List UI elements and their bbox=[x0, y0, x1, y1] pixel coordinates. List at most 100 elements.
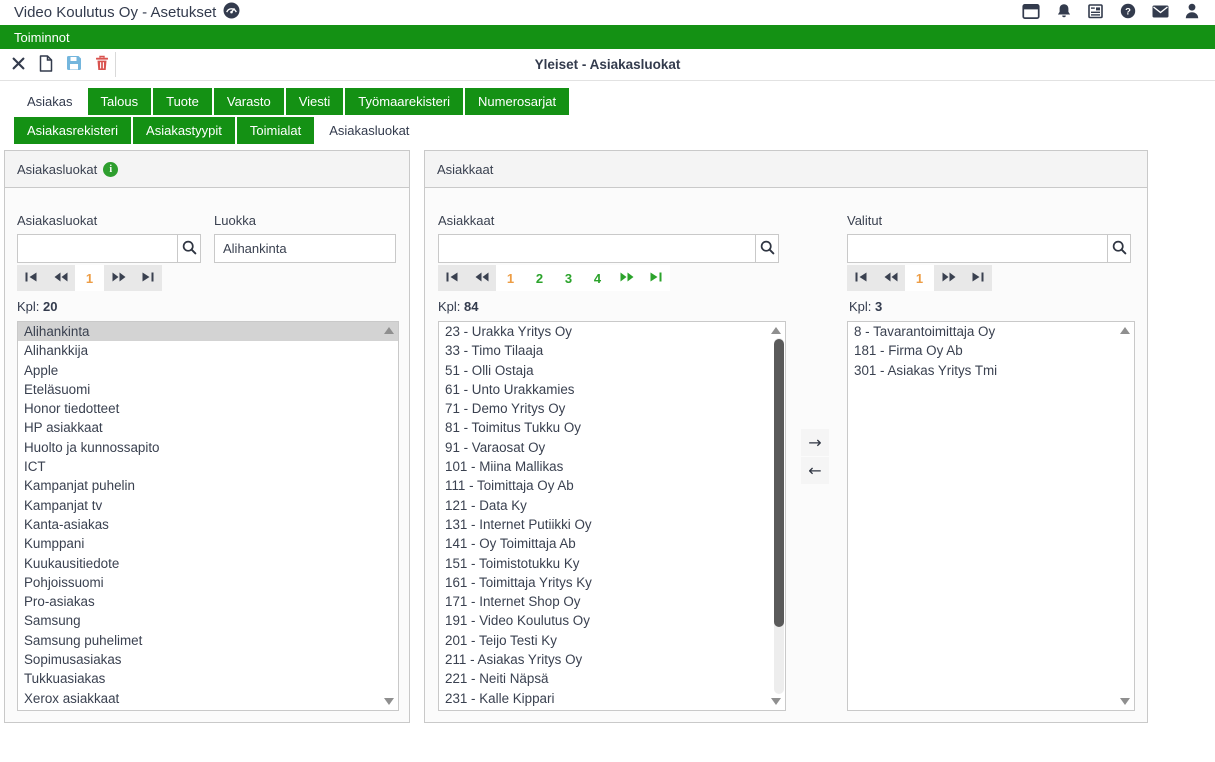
class-list-item[interactable]: Honor tiedotteet bbox=[18, 399, 398, 418]
save-button[interactable] bbox=[60, 51, 88, 79]
valitut-search-button[interactable] bbox=[1107, 234, 1131, 263]
luokka-input[interactable] bbox=[214, 234, 396, 263]
class-list-item[interactable]: Pohjoissuomi bbox=[18, 573, 398, 592]
help-button[interactable]: ? bbox=[1120, 3, 1136, 22]
menu-toiminnot[interactable]: Toiminnot bbox=[14, 30, 70, 45]
class-list-item[interactable]: Eteläsuomi bbox=[18, 380, 398, 399]
customer-list-item[interactable]: 101 - Miina Mallikas bbox=[439, 457, 785, 476]
scroll-up-icon[interactable] bbox=[771, 327, 781, 334]
page-number-button[interactable]: 1 bbox=[496, 265, 525, 291]
scroll-up-icon[interactable] bbox=[1120, 327, 1130, 334]
tab-main[interactable]: Työmaarekisteri bbox=[345, 88, 463, 115]
last-page-button[interactable] bbox=[963, 265, 992, 291]
class-search-button[interactable] bbox=[177, 234, 201, 263]
tab-main[interactable]: Tuote bbox=[153, 88, 212, 115]
customer-list-item[interactable]: 141 - Oy Toimittaja Ab bbox=[439, 534, 785, 553]
notifications-button[interactable] bbox=[1056, 3, 1072, 22]
tab-main[interactable]: Viesti bbox=[286, 88, 344, 115]
customer-list-item[interactable]: 51 - Olli Ostaja bbox=[439, 361, 785, 380]
valitut-list-item[interactable]: 8 - Tavarantoimittaja Oy bbox=[848, 322, 1134, 341]
customers-search-button[interactable] bbox=[755, 234, 779, 263]
customer-list-item[interactable]: 191 - Video Koulutus Oy bbox=[439, 611, 785, 630]
last-page-button[interactable] bbox=[133, 265, 162, 291]
class-list-item[interactable]: Kampanjat puhelin bbox=[18, 476, 398, 495]
page-number-button[interactable]: 4 bbox=[583, 265, 612, 291]
info-icon[interactable]: i bbox=[103, 162, 118, 177]
class-list-item[interactable]: ICT bbox=[18, 457, 398, 476]
scrollbar-thumb[interactable] bbox=[774, 339, 784, 627]
class-list-item[interactable]: HP asiakkaat bbox=[18, 418, 398, 437]
next-page-button[interactable] bbox=[934, 265, 963, 291]
valitut-list-item[interactable]: 181 - Firma Oy Ab bbox=[848, 341, 1134, 360]
class-list-item[interactable]: Apple bbox=[18, 361, 398, 380]
tab-sub[interactable]: Asiakasluokat bbox=[316, 117, 422, 144]
class-list-item[interactable]: Tukkuasiakas bbox=[18, 669, 398, 688]
class-list-item[interactable]: Kanta-asiakas bbox=[18, 515, 398, 534]
first-page-button[interactable] bbox=[438, 265, 467, 291]
class-list-item[interactable]: Alihankkija bbox=[18, 341, 398, 360]
class-list-item[interactable]: Samsung puhelimet bbox=[18, 631, 398, 650]
class-list-item[interactable]: Kampanjat tv bbox=[18, 496, 398, 515]
prev-page-button[interactable] bbox=[876, 265, 905, 291]
mail-button[interactable] bbox=[1152, 5, 1169, 21]
customer-list-item[interactable]: 211 - Asiakas Yritys Oy bbox=[439, 650, 785, 669]
class-list-item[interactable]: Pro-asiakas bbox=[18, 592, 398, 611]
page-number-button[interactable]: 1 bbox=[905, 265, 934, 291]
customer-list-item[interactable]: 71 - Demo Yritys Oy bbox=[439, 399, 785, 418]
tab-sub[interactable]: Asiakasrekisteri bbox=[14, 117, 131, 144]
customer-list-item[interactable]: 121 - Data Ky bbox=[439, 496, 785, 515]
next-page-button[interactable] bbox=[612, 265, 641, 291]
move-right-button[interactable]: → bbox=[801, 429, 829, 456]
customer-list-item[interactable]: 91 - Varaosat Oy bbox=[439, 438, 785, 457]
customer-list-item[interactable]: 111 - Toimittaja Oy Ab bbox=[439, 476, 785, 495]
tab-main[interactable]: Varasto bbox=[214, 88, 284, 115]
customer-list-item[interactable]: 33 - Timo Tilaaja bbox=[439, 341, 785, 360]
customer-list-item[interactable]: 231 - Kalle Kippari bbox=[439, 689, 785, 708]
tab-main[interactable]: Numerosarjat bbox=[465, 88, 569, 115]
window-button[interactable] bbox=[1022, 4, 1040, 22]
scroll-down-icon[interactable] bbox=[771, 698, 781, 705]
class-list-item[interactable]: Alihankinta bbox=[18, 322, 398, 341]
class-search-input[interactable] bbox=[17, 234, 178, 263]
customer-list-item[interactable]: 81 - Toimitus Tukku Oy bbox=[439, 418, 785, 437]
class-list-item[interactable]: Kumppani bbox=[18, 534, 398, 553]
new-document-button[interactable] bbox=[32, 51, 60, 79]
prev-page-button[interactable] bbox=[467, 265, 496, 291]
class-list-item[interactable]: Samsung bbox=[18, 611, 398, 630]
first-page-button[interactable] bbox=[17, 265, 46, 291]
class-list-item[interactable]: Kuukausitiedote bbox=[18, 554, 398, 573]
tab-sub[interactable]: Toimialat bbox=[237, 117, 314, 144]
customer-list-item[interactable]: 201 - Teijo Testi Ky bbox=[439, 631, 785, 650]
page-number-button[interactable]: 1 bbox=[75, 265, 104, 291]
scroll-down-icon[interactable] bbox=[384, 698, 394, 705]
customer-list-item[interactable]: 61 - Unto Urakkamies bbox=[439, 380, 785, 399]
user-button[interactable] bbox=[1185, 3, 1199, 22]
class-list-item[interactable]: Sopimusasiakas bbox=[18, 650, 398, 669]
customer-list-item[interactable]: 221 - Neiti Näpsä bbox=[439, 669, 785, 688]
page-number-button[interactable]: 2 bbox=[525, 265, 554, 291]
next-page-button[interactable] bbox=[104, 265, 133, 291]
customer-list-item[interactable]: 161 - Toimittaja Yritys Ky bbox=[439, 573, 785, 592]
move-left-button[interactable]: ← bbox=[801, 457, 829, 484]
valitut-search-input[interactable] bbox=[847, 234, 1108, 263]
tab-sub[interactable]: Asiakastyypit bbox=[133, 117, 235, 144]
scroll-down-icon[interactable] bbox=[1120, 698, 1130, 705]
last-page-button[interactable] bbox=[641, 265, 670, 291]
news-button[interactable] bbox=[1088, 4, 1104, 22]
valitut-list-item[interactable]: 301 - Asiakas Yritys Tmi bbox=[848, 361, 1134, 380]
customer-list-item[interactable]: 131 - Internet Putiikki Oy bbox=[439, 515, 785, 534]
customers-search-input[interactable] bbox=[438, 234, 756, 263]
prev-page-button[interactable] bbox=[46, 265, 75, 291]
tab-main[interactable]: Talous bbox=[88, 88, 152, 115]
delete-button[interactable] bbox=[88, 51, 116, 79]
customer-list-item[interactable]: 23 - Urakka Yritys Oy bbox=[439, 322, 785, 341]
class-list-item[interactable]: Huolto ja kunnossapito bbox=[18, 438, 398, 457]
customer-list-item[interactable]: 171 - Internet Shop Oy bbox=[439, 592, 785, 611]
page-number-button[interactable]: 3 bbox=[554, 265, 583, 291]
customer-list-item[interactable]: 151 - Toimistotukku Ky bbox=[439, 554, 785, 573]
class-list-item[interactable]: Xerox asiakkaat bbox=[18, 689, 398, 708]
close-button[interactable] bbox=[4, 51, 32, 79]
tab-main[interactable]: Asiakas bbox=[14, 88, 86, 115]
first-page-button[interactable] bbox=[847, 265, 876, 291]
scroll-up-icon[interactable] bbox=[384, 327, 394, 334]
